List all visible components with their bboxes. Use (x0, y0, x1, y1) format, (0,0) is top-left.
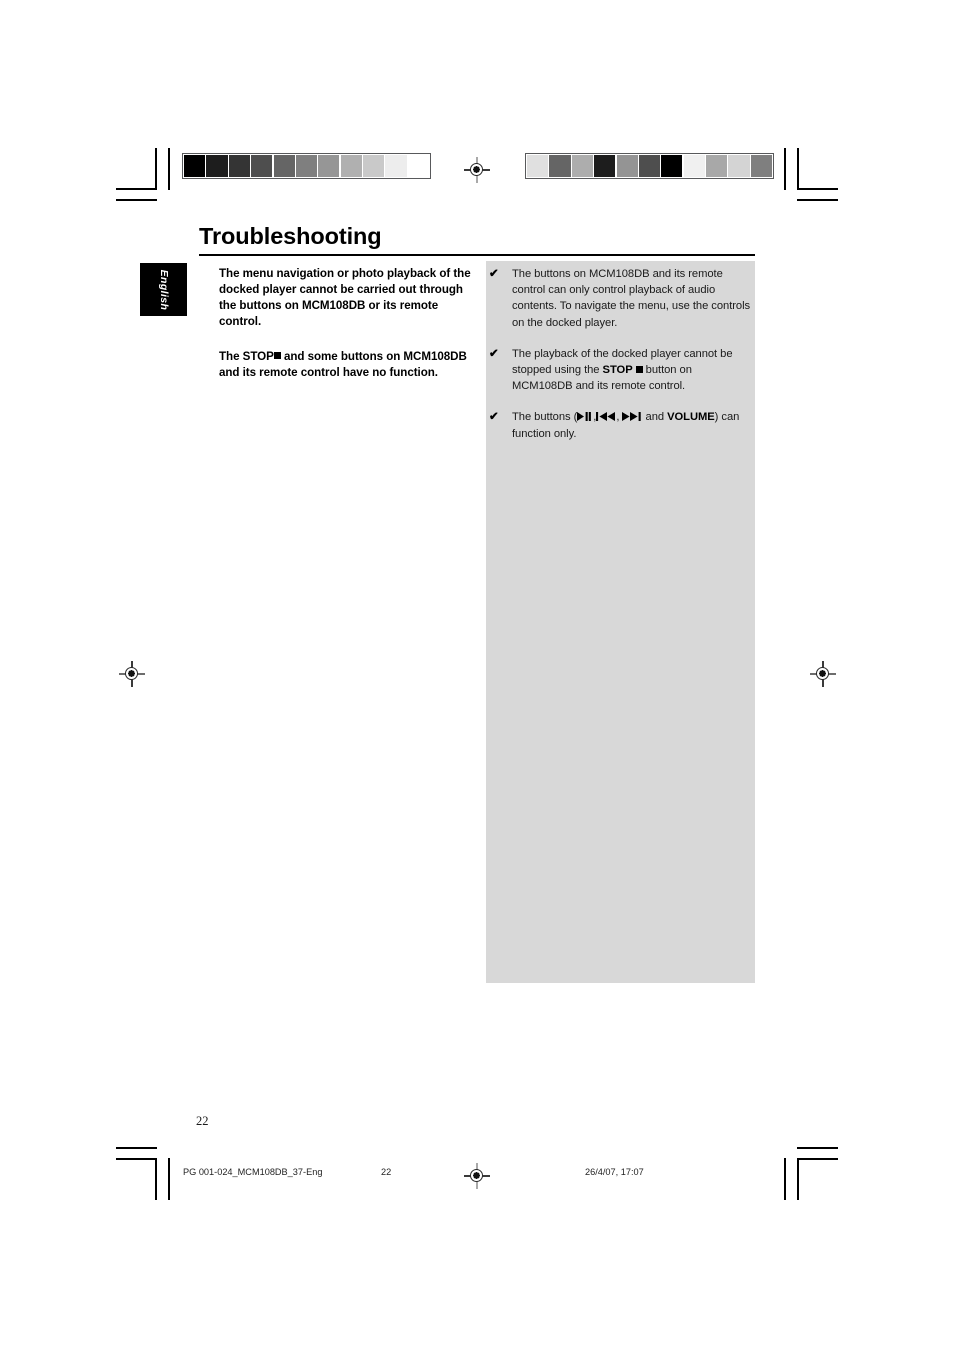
symptom-2-prefix: The (219, 349, 243, 363)
language-tab: English (140, 263, 187, 316)
page-title: Troubleshooting (199, 223, 382, 249)
solution-2-stop-label: STOP (602, 364, 633, 377)
check-icon: ✔ (489, 411, 499, 424)
manual-page: Troubleshooting English The menu navigat… (0, 0, 954, 1351)
title-underline-rule (199, 254, 755, 257)
solution-3-volume-label: VOLUME (667, 411, 715, 424)
symptom-paragraph-2: The STOP and some buttons on MCM108DB an… (219, 349, 472, 381)
footer-divider (155, 1160, 157, 1190)
previous-track-icon (596, 410, 616, 426)
language-tab-label: English (157, 269, 170, 310)
solution-3-prefix: The buttons ( (512, 411, 578, 424)
solution-list-item: ✔ The buttons (,, and VOLUME) can functio… (486, 409, 755, 442)
check-icon: ✔ (489, 347, 499, 360)
check-icon: ✔ (489, 268, 499, 280)
play-pause-icon (577, 410, 593, 426)
stop-square-icon (635, 365, 643, 373)
solution-list: ✔ The buttons on MCM108DB and its remote… (486, 266, 755, 442)
footer-timestamp: 26/4/07, 17:07 (585, 1167, 644, 1177)
solution-list-item: ✔ The playback of the docked player canno… (486, 346, 755, 395)
solution-3-middle: and (642, 411, 668, 424)
solution-list-item: ✔ The buttons on MCM108DB and its remote… (486, 266, 755, 331)
next-track-icon (622, 410, 642, 426)
symptom-2-stop-label: STOP (242, 349, 274, 363)
symptom-paragraph-1: The menu navigation or photo playback of… (219, 267, 471, 328)
page-number: 22 (196, 1114, 209, 1128)
solution-text-1: The buttons on MCM108DB and its remote c… (512, 268, 751, 329)
symptom-column: The menu navigation or photo playback of… (219, 266, 472, 380)
footer-page-number: 22 (381, 1167, 392, 1177)
stop-square-icon (273, 352, 281, 360)
footer-file-label: PG 001-024_MCM108DB_37-Eng (183, 1167, 323, 1177)
